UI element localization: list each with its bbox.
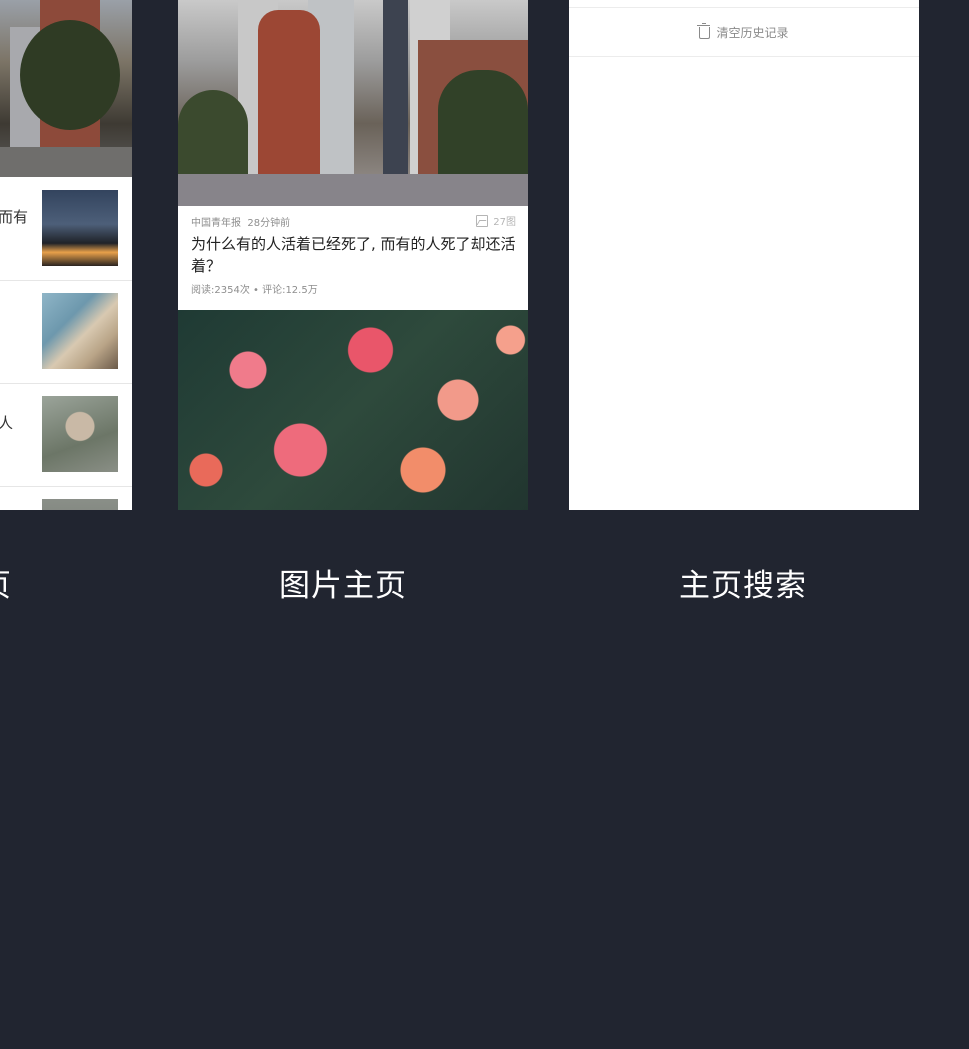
list-item[interactable]: 人 [0, 384, 132, 487]
dogs-thumbnail [42, 293, 118, 369]
image-count-label: 27图 [493, 217, 516, 228]
article-stats: 阅读:2354次 • 评论:12.5万 [191, 285, 318, 296]
caption-middle: 图片主页 [279, 568, 407, 604]
campfire-thumbnail [42, 190, 118, 266]
caption-left: 页 [0, 560, 12, 605]
clear-history-button[interactable]: 清空历史记录 [569, 8, 919, 57]
clear-history-label: 清空历史记录 [716, 25, 789, 40]
city-hero-image[interactable] [0, 0, 132, 177]
partial-thumbnail [42, 499, 118, 510]
middle-screen: 中国青年报 28分钟前 27图 为什么有的人活着已经死了, 而有的人死了却还活着… [178, 0, 528, 510]
image-count: 27图 [476, 213, 516, 228]
list-item-title: 而有 [0, 208, 29, 226]
source-name: 中国青年报 [191, 218, 241, 229]
list-item-title: 人 [0, 414, 14, 432]
flowers-image[interactable] [178, 310, 528, 510]
list-item[interactable] [0, 281, 132, 384]
portrait-thumbnail [42, 396, 118, 472]
list-item[interactable]: 而有 [0, 178, 132, 281]
right-screen: 清空历史记录 [569, 0, 919, 510]
trash-icon [697, 23, 711, 39]
left-screen: 而有 人 [0, 0, 132, 510]
image-icon [476, 214, 489, 227]
article-headline[interactable]: 为什么有的人活着已经死了, 而有的人死了却还活着？ [191, 233, 521, 277]
city-street-hero-image[interactable] [178, 0, 528, 206]
publish-time: 28分钟前 [247, 218, 291, 229]
article-meta: 中国青年报 28分钟前 [191, 214, 290, 229]
list-item[interactable] [0, 487, 132, 510]
caption-right: 主页搜索 [679, 568, 807, 604]
